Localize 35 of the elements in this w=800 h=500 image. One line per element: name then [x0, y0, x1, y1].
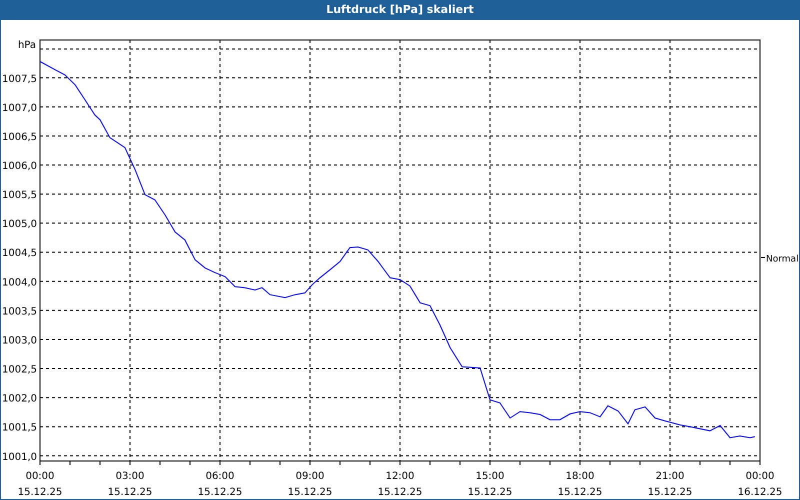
- y-tick-label: 1002,5: [2, 364, 37, 376]
- x-tick-label: 21:00: [656, 471, 684, 482]
- date-label: 15.12.25: [18, 487, 62, 498]
- date-label: 16.12.25: [738, 487, 782, 498]
- date-label: 15.12.25: [378, 487, 422, 498]
- x-tick-label: 18:00: [566, 471, 594, 482]
- y-tick-label: 1004,0: [2, 277, 37, 288]
- y-axis-unit: hPa: [18, 40, 36, 51]
- date-label: 15.12.25: [288, 487, 332, 498]
- y-tick-label: 1002,0: [2, 394, 37, 405]
- x-tick-label: 15:00: [476, 471, 504, 482]
- date-label: 15.12.25: [108, 487, 152, 498]
- y-tick-label: 1007,5: [2, 74, 37, 85]
- date-label: 15.12.25: [198, 487, 242, 498]
- x-tick-label: 03:00: [116, 471, 144, 482]
- window-title: Luftdruck [hPa] skaliert: [325, 2, 475, 18]
- y-tick-label: 1004,5: [2, 248, 37, 260]
- y-tick-label: 1005,0: [2, 219, 37, 230]
- y-tick-label: 1006,5: [2, 132, 37, 143]
- y-tick-label: 1003,5: [2, 306, 37, 318]
- y-tick-label: 1005,5: [2, 190, 37, 202]
- y-tick-label: 1003,0: [2, 335, 37, 346]
- y-tick-label: 1001,5: [2, 422, 37, 434]
- x-tick-label: 06:00: [206, 471, 234, 482]
- y-tick-label: 1001,0: [2, 452, 37, 463]
- date-label: 15.12.25: [468, 487, 512, 498]
- x-tick-label: 09:00: [296, 471, 324, 482]
- x-tick-label: 00:00: [26, 471, 54, 482]
- x-tick-label: 12:00: [386, 471, 414, 482]
- y-tick-label: 1006,0: [2, 161, 37, 172]
- date-label: 15.12.25: [648, 487, 692, 498]
- y-tick-label: 1007,0: [2, 102, 37, 114]
- date-label: 15.12.25: [558, 487, 602, 498]
- legend-label: Normal: [766, 254, 799, 264]
- x-tick-label: 00:00: [746, 471, 774, 482]
